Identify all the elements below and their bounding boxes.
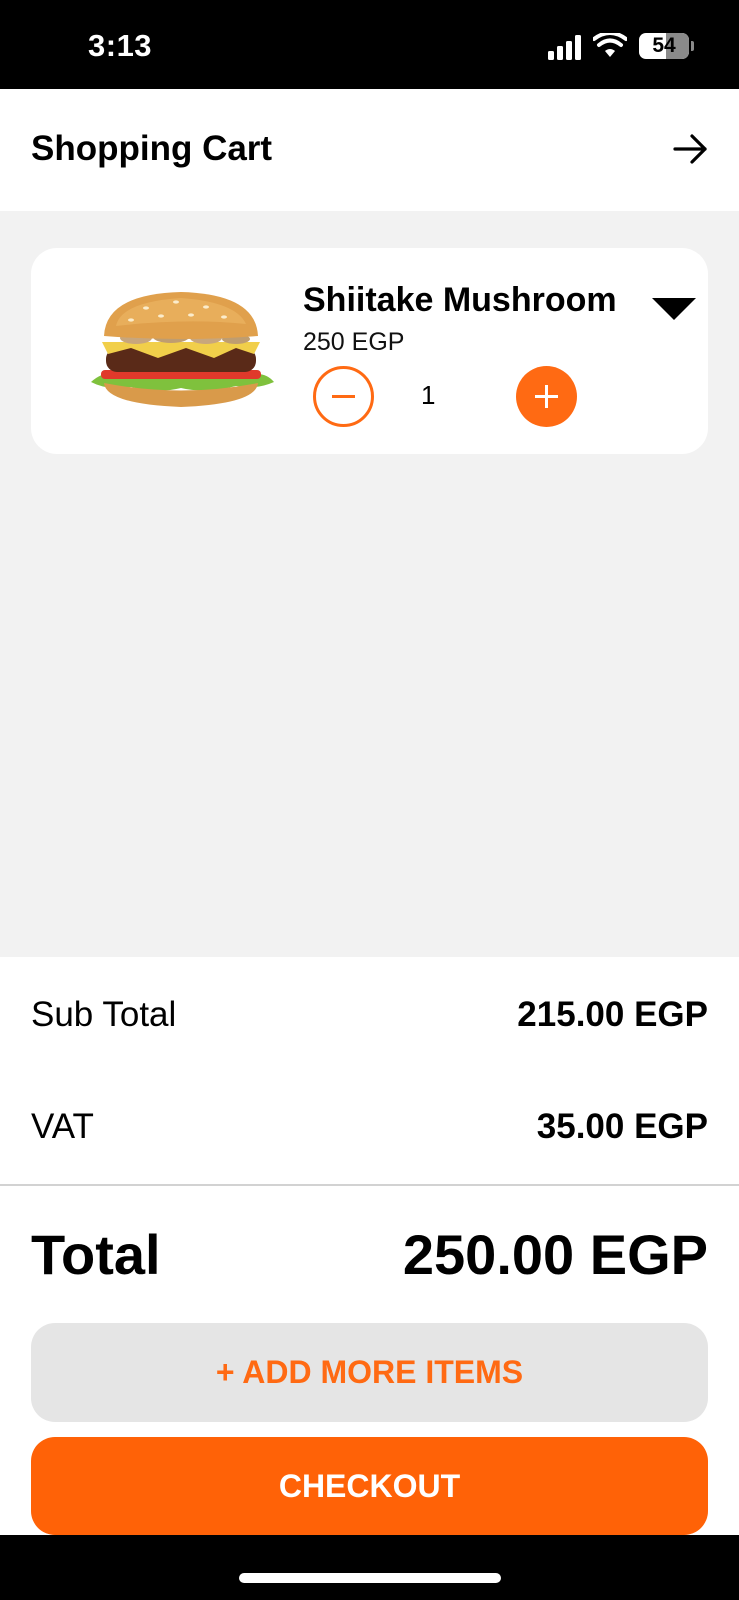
battery-icon: 54 bbox=[639, 33, 694, 59]
total-value: 250.00 EGP bbox=[402, 1223, 708, 1286]
subtotal-label: Sub Total bbox=[31, 995, 177, 1034]
increase-quantity-button[interactable] bbox=[516, 366, 577, 427]
burger-image bbox=[91, 292, 274, 407]
caret-down-icon[interactable] bbox=[650, 296, 698, 322]
status-icons: 54 bbox=[548, 32, 694, 60]
subtotal-value: 215.00 EGP bbox=[517, 995, 708, 1034]
divider bbox=[0, 1184, 739, 1186]
quantity-value: 1 bbox=[421, 380, 436, 410]
arrow-right-icon[interactable] bbox=[671, 129, 711, 169]
total-label: Total bbox=[31, 1223, 161, 1286]
order-summary: Sub Total 215.00 EGP VAT 35.00 EGP Total… bbox=[0, 957, 739, 1535]
product-name: Shiitake Mushroom bbox=[303, 281, 617, 319]
signal-icon bbox=[548, 32, 581, 60]
cart-list: Shiitake Mushroom 250 EGP 1 bbox=[0, 211, 739, 957]
battery-level: 54 bbox=[652, 34, 676, 57]
product-price: 250 EGP bbox=[303, 328, 405, 356]
add-more-items-button[interactable]: + ADD MORE ITEMS bbox=[31, 1323, 708, 1422]
status-time: 3:13 bbox=[88, 28, 153, 63]
vat-value: 35.00 EGP bbox=[536, 1107, 708, 1146]
vat-label: VAT bbox=[31, 1107, 94, 1146]
cart-item-card: Shiitake Mushroom 250 EGP 1 bbox=[31, 248, 708, 454]
page-title: Shopping Cart bbox=[31, 129, 273, 168]
wifi-icon bbox=[593, 33, 627, 57]
checkout-button[interactable]: CHECKOUT bbox=[31, 1437, 708, 1535]
home-indicator[interactable] bbox=[239, 1573, 501, 1583]
decrease-quantity-button[interactable] bbox=[313, 366, 374, 427]
home-bar bbox=[0, 1535, 739, 1600]
status-bar: 3:13 54 bbox=[0, 0, 739, 89]
header: Shopping Cart bbox=[0, 89, 739, 211]
